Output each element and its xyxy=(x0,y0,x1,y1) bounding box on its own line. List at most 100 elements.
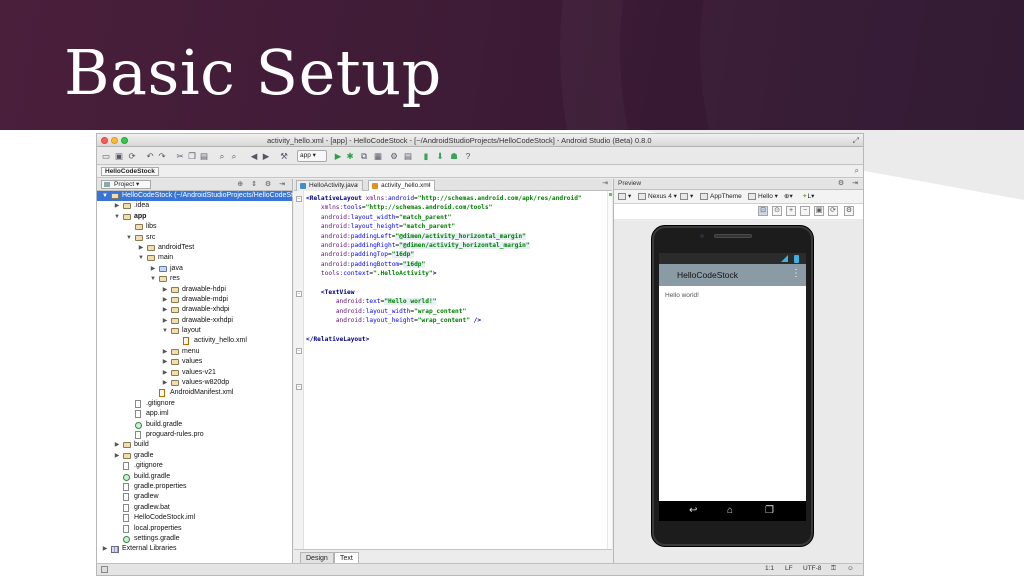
tree-item[interactable]: activity_hello.xml xyxy=(97,336,292,346)
collapse-arrow-icon[interactable]: ▼ xyxy=(113,212,121,222)
close-tab-icon[interactable]: × xyxy=(355,181,359,191)
copy-icon[interactable]: ❐ xyxy=(187,151,197,161)
close-tab-icon[interactable]: × xyxy=(428,181,432,191)
code-line[interactable]: android:paddingTop="16dp" xyxy=(306,250,582,259)
tree-item[interactable]: ▶ values-v21 xyxy=(97,368,292,378)
tab-activity-hello-xml[interactable]: activity_hello.xml × xyxy=(368,180,436,191)
expand-arrow-icon[interactable]: ▶ xyxy=(161,305,169,315)
breadcrumb[interactable]: HelloCodeStock xyxy=(101,167,159,176)
code-line[interactable]: xmlns:tools="http://schemas.android.com/… xyxy=(306,203,582,212)
code-line[interactable]: android:paddingRight="@dimen/activity_ho… xyxy=(306,241,582,250)
project-view-select[interactable]: Project ▾ xyxy=(101,180,151,189)
expand-arrow-icon[interactable]: ▶ xyxy=(161,357,169,367)
orientation-select[interactable]: ▾ xyxy=(680,192,693,202)
actual-size-icon[interactable]: ⊙ xyxy=(772,206,782,216)
fold-marker-icon[interactable]: − xyxy=(296,291,302,297)
panel-tools-icons[interactable]: ⊕ ⇕ ⚙ ⇥ xyxy=(237,180,288,188)
hello-textview[interactable]: Hello world! xyxy=(665,292,699,299)
sync-icon[interactable]: ⟳ xyxy=(127,151,137,161)
zoom-in-icon[interactable]: + xyxy=(786,206,796,216)
tree-item[interactable]: .gitignore xyxy=(97,461,292,471)
forward-icon[interactable]: ▶ xyxy=(261,151,271,161)
tree-item[interactable]: ▼ main xyxy=(97,253,292,263)
expand-arrow-icon[interactable]: ▶ xyxy=(113,451,121,461)
expand-arrow-icon[interactable]: ▶ xyxy=(161,347,169,357)
expand-arrow-icon[interactable]: ▶ xyxy=(161,295,169,305)
tree-item[interactable]: ▶ build xyxy=(97,440,292,450)
collapse-arrow-icon[interactable]: ▼ xyxy=(149,274,157,284)
tree-item[interactable]: gradlew.bat xyxy=(97,503,292,513)
expand-arrow-icon[interactable]: ▶ xyxy=(161,368,169,378)
fold-marker-icon[interactable]: − xyxy=(296,348,302,354)
minimize-window-button[interactable] xyxy=(111,137,118,144)
code-line[interactable]: tools:context=".HelloActivity"> xyxy=(306,269,582,278)
expand-arrow-icon[interactable]: ▶ xyxy=(161,378,169,388)
tree-item[interactable]: build.gradle xyxy=(97,420,292,430)
locale-select[interactable]: ⊕▾ xyxy=(784,192,793,202)
preview-panel-tools-icons[interactable]: ⚙ ⇥ xyxy=(838,179,861,189)
make-project-icon[interactable]: ⚒ xyxy=(279,151,289,161)
tool-windows-icon[interactable] xyxy=(101,566,108,573)
tree-item[interactable]: ▶ gradle xyxy=(97,451,292,461)
code-line[interactable]: </RelativeLayout> xyxy=(306,335,582,344)
configuration-select[interactable]: ▾ xyxy=(618,192,631,202)
tree-item[interactable]: ▼ src xyxy=(97,233,292,243)
paste-icon[interactable]: ▤ xyxy=(199,151,209,161)
expand-arrow-icon[interactable]: ▶ xyxy=(101,544,109,554)
tree-item[interactable]: ▶ drawable-xxhdpi xyxy=(97,316,292,326)
fold-marker-icon[interactable]: − xyxy=(296,384,302,390)
recents-nav-icon[interactable]: ❐ xyxy=(765,505,774,517)
project-structure-icon[interactable]: ▤ xyxy=(403,151,413,161)
tree-item[interactable]: gradlew xyxy=(97,492,292,502)
code-line[interactable]: android:text="Hello world!" xyxy=(306,297,582,306)
code-line[interactable] xyxy=(306,325,582,334)
redo-icon[interactable]: ↷ xyxy=(157,151,167,161)
find-icon[interactable]: ⌕ xyxy=(217,151,227,161)
open-folder-icon[interactable]: ▭ xyxy=(101,151,111,161)
tree-item[interactable]: ▼ res xyxy=(97,274,292,284)
zoom-to-fit-icon[interactable]: ⊡ xyxy=(758,206,768,216)
tree-item[interactable]: gradle.properties xyxy=(97,482,292,492)
inspector-icon[interactable]: ☺ xyxy=(847,564,854,574)
search-everywhere-icon[interactable]: ⌕ xyxy=(855,166,859,176)
tree-item[interactable]: ▶ .idea xyxy=(97,201,292,211)
avd-manager-icon[interactable]: ▮ xyxy=(421,151,431,161)
zoom-window-button[interactable] xyxy=(121,137,128,144)
tree-item[interactable]: AndroidManifest.xml xyxy=(97,388,292,398)
tab-overflow-icon[interactable]: ⇥ xyxy=(602,179,608,187)
tree-item[interactable]: ▶ androidTest xyxy=(97,243,292,253)
api-level-select[interactable]: ✦L▾ xyxy=(802,192,814,202)
close-window-button[interactable] xyxy=(101,137,108,144)
run-configuration-select[interactable]: app ▾ xyxy=(297,150,327,162)
expand-arrow-icon[interactable]: ▶ xyxy=(113,440,121,450)
attach-debugger-icon[interactable]: ⧉ xyxy=(359,151,369,161)
screenshot-icon[interactable]: ▣ xyxy=(814,206,824,216)
code-line[interactable]: <TextView xyxy=(306,288,582,297)
tree-item[interactable]: ▶ drawable-xhdpi xyxy=(97,305,292,315)
activity-select[interactable]: Hello ▾ xyxy=(748,192,778,202)
replace-icon[interactable]: ⌕ xyxy=(229,151,239,161)
collapse-arrow-icon[interactable]: ▼ xyxy=(125,233,133,243)
sdk-manager-icon[interactable]: ⬇ xyxy=(435,151,445,161)
preview-options-icon[interactable]: ⚙ xyxy=(844,206,854,216)
debug-icon[interactable]: ✱ xyxy=(345,151,355,161)
settings-icon[interactable]: ⚙ xyxy=(389,151,399,161)
tree-item[interactable]: ▶ External Libraries xyxy=(97,544,292,554)
fold-marker-icon[interactable]: − xyxy=(296,196,302,202)
tree-item[interactable]: ▼ app xyxy=(97,212,292,222)
code-line[interactable]: android:paddingLeft="@dimen/activity_hor… xyxy=(306,232,582,241)
fullscreen-icon[interactable]: ⤢ xyxy=(853,136,859,146)
tab-hello-activity-java[interactable]: HelloActivity.java × xyxy=(296,180,363,191)
tree-item[interactable]: app.iml xyxy=(97,409,292,419)
undo-icon[interactable]: ↶ xyxy=(145,151,155,161)
device-select[interactable]: Nexus 4 ▾ xyxy=(638,192,677,202)
run-icon[interactable]: ▶ xyxy=(333,151,343,161)
code-line[interactable]: android:paddingBottom="16dp" xyxy=(306,260,582,269)
collapse-arrow-icon[interactable]: ▼ xyxy=(161,326,169,336)
tree-item[interactable]: .gitignore xyxy=(97,399,292,409)
expand-arrow-icon[interactable]: ▶ xyxy=(113,201,121,211)
tree-item[interactable]: proguard-rules.pro xyxy=(97,430,292,440)
code-line[interactable]: android:layout_height="wrap_content" /> xyxy=(306,316,582,325)
tree-item[interactable]: ▶ java xyxy=(97,264,292,274)
zoom-out-icon[interactable]: − xyxy=(800,206,810,216)
